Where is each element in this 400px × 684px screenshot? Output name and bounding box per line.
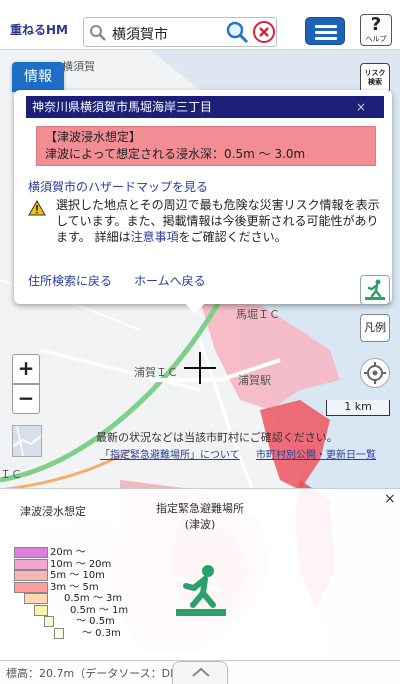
legend-panel: × 津波浸水想定 指定緊急避難場所 (津波) 20m ～ 10m ～ 20m 5m … <box>0 488 400 660</box>
scale-bar: 1 km <box>326 400 390 416</box>
info-tab[interactable]: 情報 <box>12 62 64 92</box>
app-logo[interactable]: 重ねるHM <box>10 21 68 38</box>
menu-button[interactable] <box>305 17 345 45</box>
search-go-icon[interactable] <box>225 20 249 44</box>
menu-icon-line <box>315 37 337 40</box>
clear-icon[interactable] <box>252 20 276 44</box>
tsunami-value: 津波によって想定される浸水深：0.5m ～ 3.0m <box>45 147 306 161</box>
evacuation-toggle-button[interactable] <box>360 275 390 305</box>
depth-scale-swatch <box>14 570 48 581</box>
evacuation-site-info-link[interactable]: 「指定緊急避難場所」について <box>100 446 240 461</box>
current-location-button[interactable] <box>360 358 390 388</box>
depth-scale-swatch <box>14 558 48 570</box>
top-bar: 重ねるHM 横須賀市 ? ヘルプ <box>0 0 400 50</box>
warning-icon <box>28 200 46 216</box>
map-label-top-left: 横須賀 <box>62 60 95 73</box>
popup-close-button[interactable]: × <box>356 100 366 114</box>
menu-icon-line <box>315 31 337 34</box>
basemap-thumbnail-icon <box>12 425 42 457</box>
back-to-home-link[interactable]: ホームへ戻る <box>134 272 206 289</box>
zoom-out-button[interactable]: − <box>12 384 40 414</box>
tsunami-result: 【津波浸水想定】 津波によって想定される浸水深：0.5m ～ 3.0m <box>36 126 376 166</box>
depth-scale-label: ～ 0.5m <box>76 616 115 627</box>
zoom-in-button[interactable]: + <box>12 354 40 384</box>
risk-search-label: リスク 検索 <box>364 69 386 86</box>
back-to-address-link[interactable]: 住所検索に戻る <box>28 272 112 289</box>
crosshair-icon <box>184 352 216 384</box>
panel-drag-handle[interactable] <box>172 661 228 684</box>
depth-scale-label: 3m ～ 5m <box>50 581 99 593</box>
depth-scale-label: 5m ～ 10m <box>50 570 105 581</box>
evacuation-icon <box>365 279 385 300</box>
map-label-uraga-station: 浦賀駅 <box>238 374 271 387</box>
warning-text-after: をご確認ください。 <box>178 230 287 244</box>
notice-text: 最新の状況などは当該市町村にご確認ください。 <box>96 431 338 444</box>
depth-scale-label: ～ 0.3m <box>82 627 121 639</box>
warning-text: 選択した地点とその周辺で最も危険な災害リスク情報を表示しています。また、掲載情報… <box>56 197 386 245</box>
status-bar: 標高：20.7m（データソース：DEM5A） <box>0 660 400 684</box>
address-bar: 神奈川県横須賀市馬堀海岸三丁目 <box>26 96 384 118</box>
municipal-update-list-link[interactable]: 市町村別公開・更新日一覧 <box>256 446 376 461</box>
basemap-switch-button[interactable] <box>12 425 42 457</box>
address-text: 神奈川県横須賀市馬堀海岸三丁目 <box>32 100 213 114</box>
search-value: 横須賀市 <box>112 27 168 43</box>
depth-scale-label: 20m ～ <box>50 547 86 558</box>
depth-scale-swatch <box>14 581 48 593</box>
info-popup: 神奈川県横須賀市馬堀海岸三丁目 × 【津波浸水想定】 津波によって想定される浸水… <box>14 90 392 304</box>
map-label-uraga-ic: 浦賀ＩＣ <box>134 366 178 379</box>
evacuation-site-icon <box>176 565 226 616</box>
depth-scale-swatch <box>24 593 48 604</box>
legend-title-tsunami: 津波浸水想定 <box>20 505 86 518</box>
risk-search-button[interactable]: リスク 検索 <box>360 63 390 93</box>
help-label: ヘルプ <box>365 35 387 43</box>
depth-scale-label: 0.5m ～ 3m <box>64 593 123 604</box>
search-icon <box>90 25 106 41</box>
menu-icon-line <box>315 25 337 28</box>
help-icon: ? <box>370 14 382 35</box>
depth-scale-label: 10m ～ 20m <box>50 558 112 570</box>
popup-pointer <box>184 302 206 314</box>
legend-close-button[interactable]: × <box>384 491 396 507</box>
locate-icon <box>364 362 386 384</box>
notes-link[interactable]: 注意事項 <box>131 230 179 244</box>
depth-scale-swatch <box>44 616 54 627</box>
chevron-up-icon <box>192 667 210 677</box>
legend-button[interactable]: 凡例 <box>360 314 390 342</box>
map-label-ic-left: ＩＣ <box>0 468 22 481</box>
depth-scale-swatch <box>14 547 48 558</box>
help-button[interactable]: ? ヘルプ <box>360 14 392 46</box>
tsunami-title: 【津波浸水想定】 <box>45 130 142 144</box>
depth-scale-label: 0.5m ～ 1m <box>70 604 129 616</box>
depth-scale-swatch <box>54 627 64 639</box>
legend-title-evacuation: 指定緊急避難場所 (津波) <box>156 502 244 531</box>
map-label-mabori-ic: 馬堀ＩＣ <box>236 308 280 321</box>
hazard-map-link[interactable]: 横須賀市のハザードマップを見る <box>28 178 208 195</box>
depth-scale-swatch <box>34 604 48 616</box>
